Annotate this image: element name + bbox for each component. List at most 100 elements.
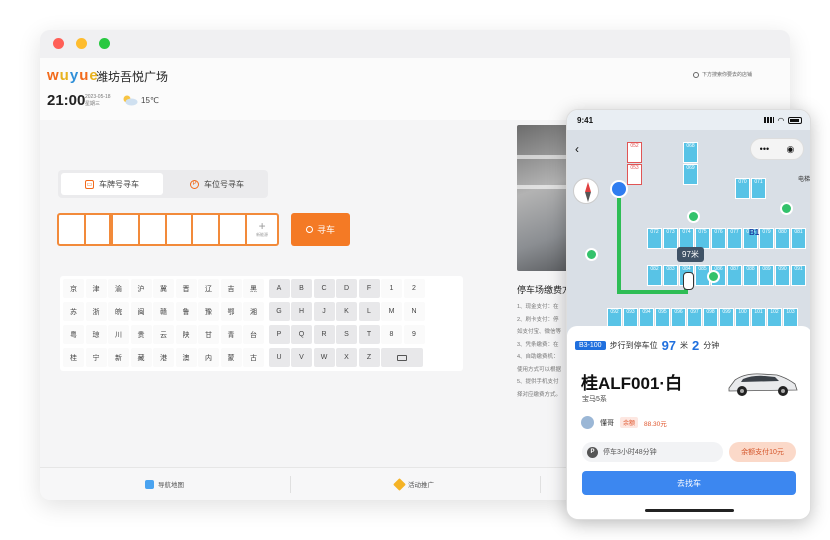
province-key[interactable]: 内: [198, 348, 219, 367]
close-window-button[interactable]: [53, 38, 64, 49]
parking-spot[interactable]: 091: [791, 265, 806, 286]
parking-spot[interactable]: 075: [695, 228, 710, 249]
province-key[interactable]: 浙: [85, 302, 107, 321]
province-key[interactable]: 桂: [63, 348, 84, 367]
province-key[interactable]: 沪: [130, 279, 152, 298]
letter-key[interactable]: J: [313, 302, 335, 321]
find-car-button[interactable]: 寻车: [291, 213, 350, 246]
province-key[interactable]: 川: [108, 325, 129, 344]
province-key[interactable]: 宁: [85, 348, 107, 367]
parking-spot[interactable]: 071: [751, 178, 766, 199]
go-find-car-button[interactable]: 去找车: [582, 471, 796, 495]
letter-key[interactable]: L: [358, 302, 380, 321]
province-key[interactable]: 甘: [198, 325, 219, 344]
province-key[interactable]: 琼: [85, 325, 107, 344]
province-key[interactable]: 粤: [63, 325, 84, 344]
province-key[interactable]: 京: [63, 279, 84, 298]
parking-spot[interactable]: 072: [647, 228, 662, 249]
province-key[interactable]: 青: [220, 325, 242, 344]
letter-key[interactable]: P: [268, 325, 290, 344]
backspace-key[interactable]: [381, 348, 423, 367]
tab-plate-search[interactable]: ▭ 车牌号寻车: [61, 173, 163, 195]
province-key[interactable]: 黑: [243, 279, 264, 298]
plate-number-input[interactable]: + 新能源: [57, 213, 279, 246]
parking-spot[interactable]: 089: [759, 265, 774, 286]
promo-button[interactable]: 活动推广: [393, 477, 434, 491]
province-key[interactable]: 皖: [108, 302, 129, 321]
province-key[interactable]: 鲁: [175, 302, 197, 321]
province-key[interactable]: 吉: [220, 279, 242, 298]
miniapp-capsule[interactable]: ••• ◉: [750, 138, 804, 160]
province-key[interactable]: 澳: [175, 348, 197, 367]
province-key[interactable]: 赣: [153, 302, 174, 321]
parking-spot[interactable]: 052: [627, 142, 642, 163]
letter-key[interactable]: U: [268, 348, 290, 367]
parking-spot[interactable]: 068: [683, 142, 698, 163]
plate-cell[interactable]: [167, 215, 194, 244]
maximize-window-button[interactable]: [99, 38, 110, 49]
province-key[interactable]: 台: [243, 325, 264, 344]
province-key[interactable]: 湘: [243, 302, 264, 321]
letter-key[interactable]: 8: [381, 325, 402, 344]
letter-key[interactable]: K: [336, 302, 357, 321]
letter-key[interactable]: Z: [358, 348, 380, 367]
province-key[interactable]: 蒙: [220, 348, 242, 367]
back-icon[interactable]: ‹: [575, 142, 579, 156]
letter-key[interactable]: B: [291, 279, 312, 298]
nav-map-button[interactable]: 导航地图: [145, 479, 184, 489]
letter-key[interactable]: T: [358, 325, 380, 344]
parking-spot[interactable]: 077: [727, 228, 742, 249]
parking-spot[interactable]: 074: [679, 228, 694, 249]
letter-key[interactable]: G: [268, 302, 290, 321]
more-icon[interactable]: •••: [760, 144, 769, 154]
letter-key[interactable]: H: [291, 302, 312, 321]
plate-cell[interactable]: [113, 215, 140, 244]
letter-key[interactable]: C: [313, 279, 335, 298]
letter-key[interactable]: N: [403, 302, 425, 321]
province-key[interactable]: 渝: [108, 279, 129, 298]
plate-cell[interactable]: [59, 215, 86, 244]
letter-key[interactable]: Q: [291, 325, 312, 344]
letter-key[interactable]: 2: [403, 279, 425, 298]
letter-key[interactable]: S: [336, 325, 357, 344]
parking-spot[interactable]: 080: [775, 228, 790, 249]
province-key[interactable]: 豫: [198, 302, 219, 321]
minimize-window-button[interactable]: [76, 38, 87, 49]
letter-key[interactable]: 1: [381, 279, 402, 298]
letter-key[interactable]: M: [381, 302, 402, 321]
tab-spot-search[interactable]: P 车位号寻车: [166, 170, 268, 198]
province-key[interactable]: 陕: [175, 325, 197, 344]
parking-spot[interactable]: 070: [735, 178, 750, 199]
parking-spot[interactable]: 083: [663, 265, 678, 286]
province-key[interactable]: 晋: [175, 279, 197, 298]
province-key[interactable]: 辽: [198, 279, 219, 298]
plate-cell[interactable]: [193, 215, 221, 244]
parking-spot[interactable]: 082: [647, 265, 662, 286]
province-key[interactable]: 港: [153, 348, 174, 367]
parking-spot[interactable]: 090: [775, 265, 790, 286]
province-key[interactable]: 古: [243, 348, 264, 367]
letter-key[interactable]: V: [291, 348, 312, 367]
parking-spot[interactable]: 069: [683, 164, 698, 185]
province-key[interactable]: 津: [85, 279, 107, 298]
plate-cell[interactable]: [86, 215, 113, 244]
province-key[interactable]: 藏: [130, 348, 152, 367]
letter-key[interactable]: F: [358, 279, 380, 298]
plate-cell[interactable]: [220, 215, 248, 244]
province-key[interactable]: 鄂: [220, 302, 242, 321]
province-key[interactable]: 云: [153, 325, 174, 344]
parking-spot[interactable]: 081: [791, 228, 806, 249]
letter-key[interactable]: A: [268, 279, 290, 298]
province-key[interactable]: 贵: [130, 325, 152, 344]
letter-key[interactable]: W: [313, 348, 335, 367]
parking-map[interactable]: ‹ ••• ◉ B1 电梯 97米 052 053 068 069 070 071 072 0…: [567, 130, 810, 335]
letter-key[interactable]: X: [336, 348, 357, 367]
parking-spot[interactable]: 073: [663, 228, 678, 249]
pay-balance-button[interactable]: 余额支付10元: [729, 442, 796, 462]
parking-spot[interactable]: 087: [727, 265, 742, 286]
province-key[interactable]: 闽: [130, 302, 152, 321]
letter-key[interactable]: R: [313, 325, 335, 344]
plate-cell[interactable]: [140, 215, 167, 244]
new-energy-cell[interactable]: + 新能源: [247, 215, 277, 244]
parking-spot[interactable]: 076: [711, 228, 726, 249]
